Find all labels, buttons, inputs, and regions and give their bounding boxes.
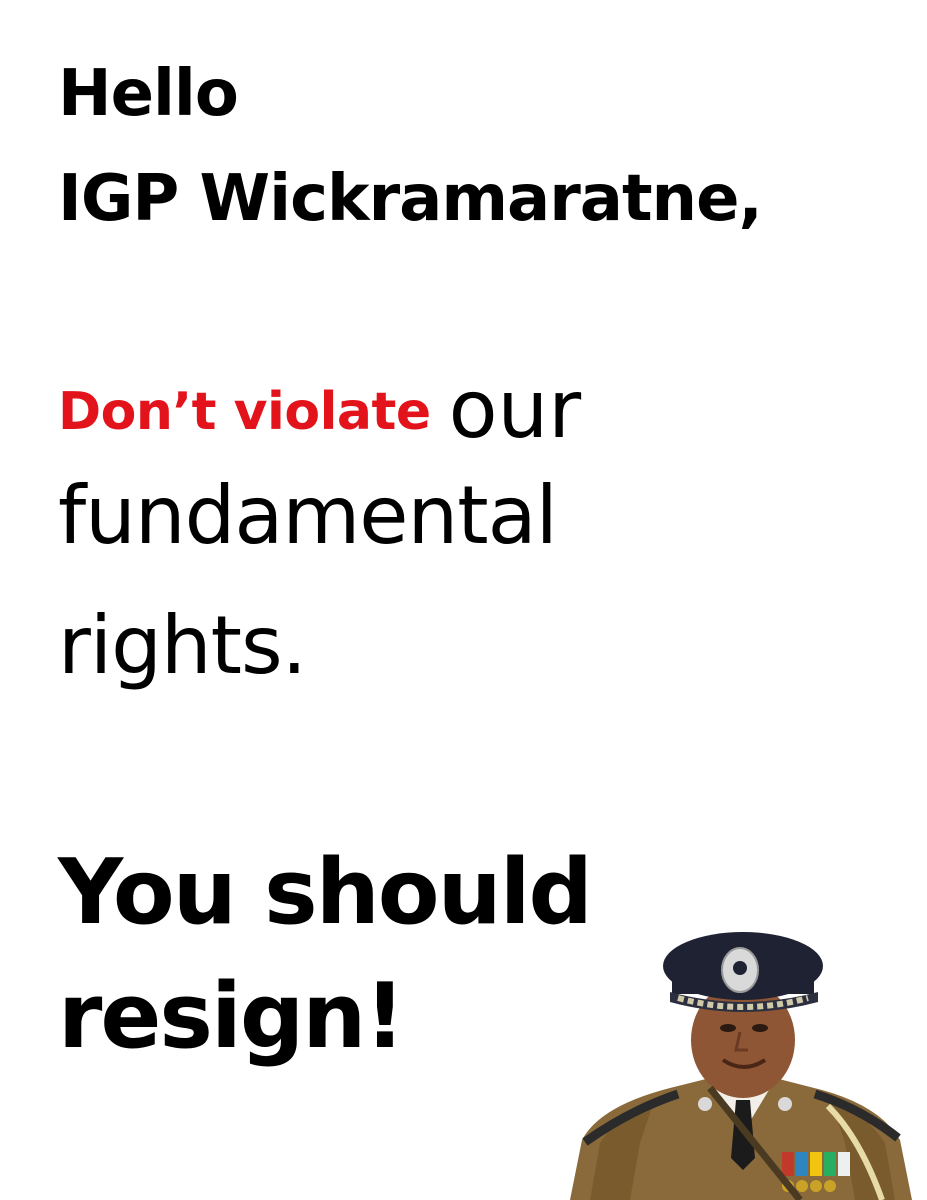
police-officer-portrait (570, 932, 912, 1200)
body-line-fundamental: fundamental (58, 469, 558, 562)
greeting-line-hello: Hello (58, 57, 239, 131)
demand-rest: our (448, 363, 582, 456)
demand-line: Don’t violate our (58, 370, 581, 450)
closing-line-resign: resign! (58, 964, 405, 1069)
demand-highlight: Don’t violate (58, 382, 431, 442)
closing-line-you-should: You should (58, 840, 593, 945)
greeting-line-name: IGP Wickramaratne, (58, 162, 763, 236)
body-line-rights: rights. (58, 599, 307, 692)
